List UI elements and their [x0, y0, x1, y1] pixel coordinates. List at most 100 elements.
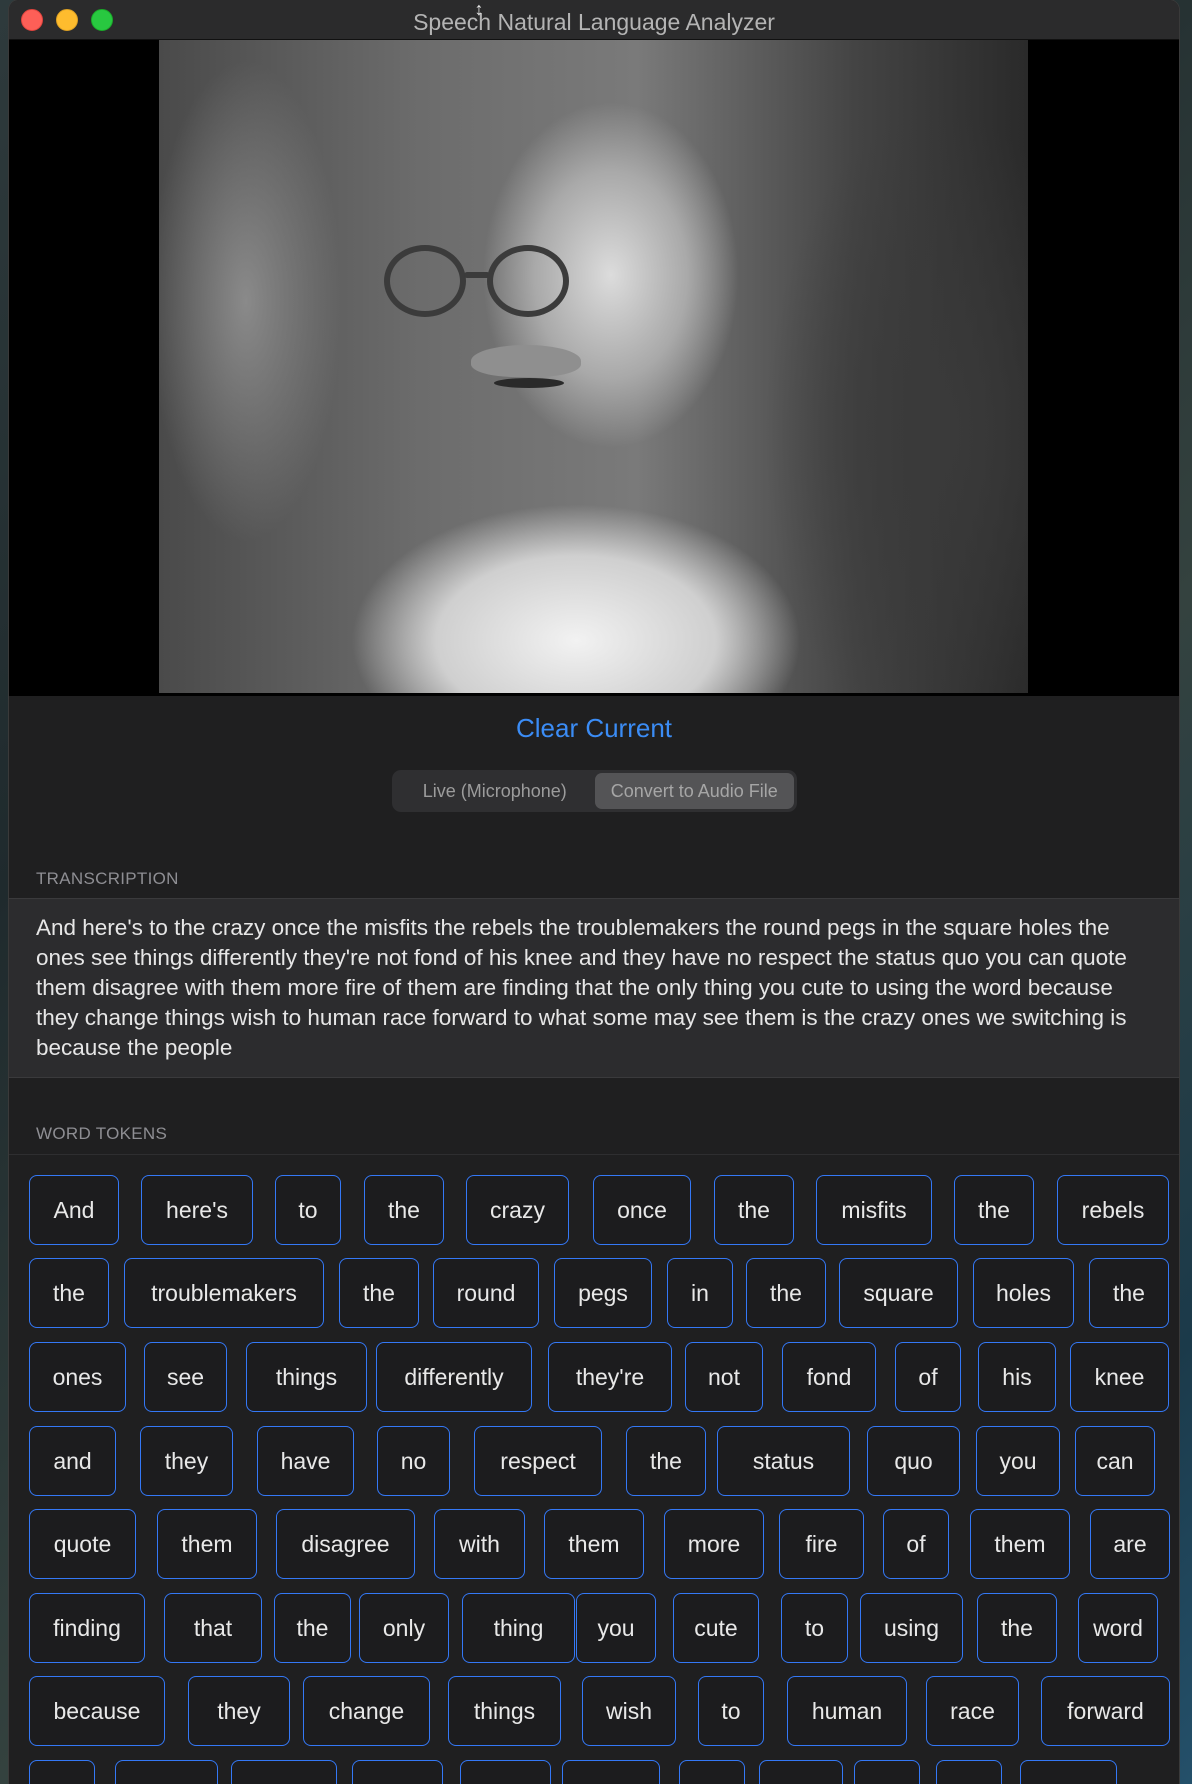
word-token[interactable]: with — [434, 1509, 525, 1579]
word-token[interactable]: see — [144, 1342, 227, 1412]
word-token-partial[interactable] — [854, 1760, 920, 1784]
word-token[interactable]: disagree — [276, 1509, 415, 1579]
word-token[interactable]: change — [303, 1676, 430, 1746]
title-bar[interactable]: Speech Natural Language Analyzer ↕ — [9, 0, 1179, 40]
word-token-partial[interactable] — [231, 1760, 337, 1784]
word-token[interactable]: quo — [867, 1426, 960, 1496]
word-token[interactable]: can — [1075, 1426, 1155, 1496]
word-token[interactable]: have — [257, 1426, 354, 1496]
app-window: Speech Natural Language Analyzer ↕ Clear… — [9, 0, 1179, 1784]
word-token[interactable]: status — [717, 1426, 850, 1496]
word-token-partial[interactable] — [352, 1760, 443, 1784]
video-frame-image — [159, 40, 1028, 693]
word-token[interactable]: no — [377, 1426, 450, 1496]
word-token[interactable]: rebels — [1057, 1175, 1169, 1245]
word-token[interactable]: the — [339, 1258, 419, 1328]
word-token[interactable]: quote — [29, 1509, 136, 1579]
word-token[interactable]: pegs — [554, 1258, 652, 1328]
word-token-partial[interactable] — [562, 1760, 660, 1784]
transcription-text[interactable]: And here's to the crazy once the misfits… — [9, 898, 1179, 1078]
segment-live-microphone[interactable]: Live (Microphone) — [395, 773, 595, 809]
word-token[interactable]: knee — [1070, 1342, 1169, 1412]
word-token[interactable]: the — [274, 1593, 351, 1663]
word-token[interactable]: are — [1090, 1509, 1170, 1579]
word-token[interactable]: respect — [474, 1426, 602, 1496]
word-token[interactable]: thing — [462, 1593, 575, 1663]
word-token-partial[interactable] — [936, 1760, 1002, 1784]
mouth — [494, 378, 564, 388]
word-token[interactable]: you — [976, 1426, 1060, 1496]
glasses-right-lens — [487, 245, 569, 317]
word-token[interactable]: here's — [141, 1175, 253, 1245]
word-token[interactable]: wish — [582, 1676, 676, 1746]
word-token[interactable]: square — [839, 1258, 958, 1328]
word-token[interactable]: and — [29, 1426, 116, 1496]
word-token[interactable]: his — [978, 1342, 1056, 1412]
word-token[interactable]: because — [29, 1676, 165, 1746]
word-token[interactable]: the — [1089, 1258, 1169, 1328]
word-token[interactable]: things — [246, 1342, 367, 1412]
glasses-bridge — [464, 272, 490, 278]
word-token-partial[interactable] — [115, 1760, 218, 1784]
transcription-heading: TRANSCRIPTION — [36, 869, 179, 888]
word-token[interactable]: fond — [782, 1342, 876, 1412]
word-token[interactable]: of — [883, 1509, 949, 1579]
word-token-partial[interactable] — [460, 1760, 551, 1784]
word-token[interactable]: you — [576, 1593, 656, 1663]
word-token-partial[interactable] — [29, 1760, 95, 1784]
word-token[interactable]: using — [860, 1593, 963, 1663]
word-token[interactable]: them — [970, 1509, 1070, 1579]
window-title: Speech Natural Language Analyzer — [413, 9, 775, 35]
word-token[interactable]: them — [157, 1509, 257, 1579]
word-token[interactable]: to — [698, 1676, 764, 1746]
word-token-partial[interactable] — [759, 1760, 843, 1784]
word-token[interactable]: finding — [29, 1593, 145, 1663]
word-token[interactable]: cute — [673, 1593, 759, 1663]
word-token[interactable]: ones — [29, 1342, 126, 1412]
word-tokens-grid: And here's to the crazy once the misfits the rebe… — [9, 1155, 1179, 1784]
word-token[interactable]: differently — [376, 1342, 532, 1412]
moustache — [471, 345, 581, 377]
word-token[interactable]: forward — [1041, 1676, 1170, 1746]
word-token[interactable]: more — [664, 1509, 764, 1579]
word-token[interactable]: them — [544, 1509, 644, 1579]
resize-cursor-icon: ↕ — [474, 0, 484, 19]
word-token[interactable]: things — [448, 1676, 561, 1746]
word-token[interactable]: round — [433, 1258, 539, 1328]
word-token[interactable]: crazy — [466, 1175, 569, 1245]
word-token[interactable]: the — [954, 1175, 1034, 1245]
segment-convert-audio-file[interactable]: Convert to Audio File — [594, 773, 794, 809]
word-token[interactable]: the — [746, 1258, 826, 1328]
word-token[interactable]: to — [275, 1175, 341, 1245]
word-token[interactable]: to — [781, 1593, 848, 1663]
word-token[interactable]: race — [926, 1676, 1019, 1746]
word-token[interactable]: the — [29, 1258, 109, 1328]
word-token[interactable]: the — [626, 1426, 706, 1496]
word-token[interactable]: not — [685, 1342, 763, 1412]
word-token[interactable]: holes — [973, 1258, 1074, 1328]
word-token-partial[interactable] — [679, 1760, 745, 1784]
word-token[interactable]: fire — [779, 1509, 864, 1579]
word-token[interactable]: troublemakers — [124, 1258, 324, 1328]
word-token[interactable]: misfits — [816, 1175, 932, 1245]
word-token[interactable]: human — [787, 1676, 907, 1746]
word-token[interactable]: once — [593, 1175, 691, 1245]
input-mode-segmented-control[interactable]: Live (Microphone) Convert to Audio File — [392, 770, 797, 812]
word-tokens-heading: WORD TOKENS — [36, 1124, 168, 1143]
word-token[interactable]: they're — [548, 1342, 672, 1412]
word-token[interactable]: the — [714, 1175, 794, 1245]
video-player[interactable] — [9, 40, 1179, 696]
word-token[interactable]: word — [1078, 1593, 1158, 1663]
word-token-partial[interactable] — [1020, 1760, 1117, 1784]
word-token[interactable]: that — [164, 1593, 262, 1663]
word-token[interactable]: in — [667, 1258, 733, 1328]
word-token[interactable]: the — [364, 1175, 444, 1245]
glasses-left-lens — [384, 245, 466, 317]
word-token[interactable]: they — [140, 1426, 233, 1496]
word-token[interactable]: of — [895, 1342, 961, 1412]
word-token[interactable]: only — [359, 1593, 449, 1663]
word-token[interactable]: the — [977, 1593, 1057, 1663]
word-token[interactable]: And — [29, 1175, 119, 1245]
clear-current-button[interactable]: Clear Current — [9, 713, 1179, 744]
word-token[interactable]: they — [188, 1676, 290, 1746]
